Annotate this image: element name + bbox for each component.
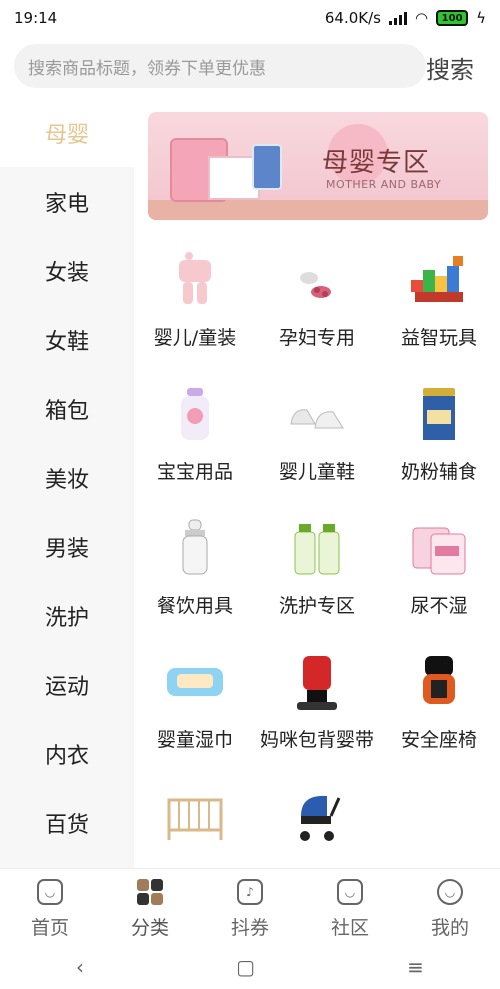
- sidebar-item-xiangbao[interactable]: 箱包: [0, 374, 134, 443]
- battery-icon: 100: [436, 10, 469, 26]
- toy-blocks-image: [407, 248, 471, 312]
- banner-subtitle: MOTHER AND BABY: [326, 178, 442, 191]
- grid-item-label: 益智玩具: [400, 327, 477, 349]
- charging-icon: ϟ: [476, 9, 486, 27]
- baby-shoes-image: [285, 382, 349, 446]
- banner-title: 母婴专区: [322, 148, 431, 178]
- crib-image: [163, 784, 227, 848]
- grid-item-label: 洗护专区: [278, 595, 355, 617]
- sidebar-item-nvxie[interactable]: 女鞋: [0, 305, 134, 374]
- car-seat-image: [407, 650, 471, 714]
- baby-carrier-image: [285, 650, 349, 714]
- grid-item[interactable]: 奶粉辅食: [378, 370, 500, 504]
- formula-can-image: [252, 144, 282, 190]
- status-bar: 19:14 64.0K/s ◠ 100 ϟ: [0, 0, 500, 36]
- grid-item[interactable]: 尿不湿: [378, 504, 500, 638]
- baby-clothes-image: [163, 248, 227, 312]
- sidebar-item-xihu[interactable]: 洗护: [0, 581, 134, 650]
- wash-bottles-image: [285, 516, 349, 580]
- sidebar-item-meizhuang[interactable]: 美妆: [0, 443, 134, 512]
- category-icon: [137, 879, 163, 905]
- stroller-image: [285, 784, 349, 848]
- category-banner[interactable]: 母婴专区 MOTHER AND BABY: [148, 112, 488, 220]
- coupon-icon: ♪: [237, 879, 263, 905]
- tab-coupon[interactable]: ♪ 抖券: [200, 869, 300, 944]
- grid-item-label: 尿不湿: [410, 595, 468, 617]
- tab-community[interactable]: ◡ 社区: [300, 869, 400, 944]
- grid-item-label: 孕妇专用: [278, 327, 355, 349]
- category-sidebar: 母婴 家电 女装 女鞋 箱包 美妆 男装 洗护 运动 内衣 百货: [0, 98, 134, 868]
- baby-lotion-image: [163, 382, 227, 446]
- wifi-icon: ◠: [415, 9, 429, 27]
- grid-item-label: 安全座椅: [400, 729, 477, 751]
- sidebar-item-nvzhuang[interactable]: 女装: [0, 236, 134, 305]
- system-nav-bar: ‹ ▢ ≡: [0, 944, 500, 989]
- tab-category[interactable]: 分类: [100, 869, 200, 944]
- banner-floor: [148, 200, 488, 220]
- home-icon: ◡: [37, 879, 63, 905]
- status-indicators: 64.0K/s ◠ 100 ϟ: [325, 9, 486, 27]
- grid-item[interactable]: 孕妇专用: [256, 236, 378, 370]
- menu-icon[interactable]: ≡: [407, 955, 424, 979]
- baby-bottle-image: [163, 516, 227, 580]
- diaper-pack-image: [407, 516, 471, 580]
- profile-icon: ◡: [437, 879, 463, 905]
- tab-label: 首页: [30, 917, 69, 939]
- tab-label: 我的: [430, 917, 469, 939]
- tab-label: 社区: [330, 917, 369, 939]
- bottom-tab-bar: ◡ 首页 分类 ♪ 抖券 ◡ 社区 ◡ 我的: [0, 868, 500, 944]
- subcategory-grid: 婴儿/童装 孕妇专用 益智玩具 宝宝用品 婴儿童鞋 奶粉辅食 餐饮用具 洗护专区…: [134, 236, 500, 906]
- tab-label: 分类: [130, 917, 169, 939]
- status-time: 19:14: [14, 9, 58, 27]
- home-nav-icon[interactable]: ▢: [236, 955, 255, 979]
- grid-item-label: 婴儿童鞋: [278, 461, 355, 483]
- grid-item[interactable]: 餐饮用具: [134, 504, 256, 638]
- sidebar-item-baihuo[interactable]: 百货: [0, 788, 134, 857]
- search-input[interactable]: 搜索商品标题，领券下单更优惠: [14, 44, 426, 88]
- maternity-image: [285, 248, 349, 312]
- grid-item-label: 宝宝用品: [156, 461, 233, 483]
- grid-item-label: 婴儿/童装: [153, 327, 237, 349]
- sidebar-item-nanzhuang[interactable]: 男装: [0, 512, 134, 581]
- back-icon[interactable]: ‹: [76, 955, 84, 979]
- tab-home[interactable]: ◡ 首页: [0, 869, 100, 944]
- grid-item[interactable]: 婴儿童鞋: [256, 370, 378, 504]
- grid-item[interactable]: 洗护专区: [256, 504, 378, 638]
- baby-wipes-image: [163, 650, 227, 714]
- sidebar-item-jiadian[interactable]: 家电: [0, 167, 134, 236]
- search-button[interactable]: 搜索: [426, 50, 474, 85]
- grid-item-label: 餐饮用具: [156, 595, 233, 617]
- sidebar-item-muying[interactable]: 母婴: [0, 98, 134, 167]
- sidebar-item-neiyi[interactable]: 内衣: [0, 719, 134, 788]
- grid-item-label: 婴童湿巾: [156, 729, 233, 751]
- grid-item[interactable]: 益智玩具: [378, 236, 500, 370]
- grid-item[interactable]: 妈咪包背婴带: [256, 638, 378, 772]
- sidebar-item-yundong[interactable]: 运动: [0, 650, 134, 719]
- grid-item[interactable]: 婴童湿巾: [134, 638, 256, 772]
- community-icon: ◡: [337, 879, 363, 905]
- grid-item-label: 妈咪包背婴带: [259, 729, 374, 751]
- signal-icon: [389, 11, 407, 25]
- network-speed: 64.0K/s: [324, 9, 381, 27]
- search-placeholder: 搜索商品标题，领券下单更优惠: [28, 58, 266, 79]
- formula-can-image: [407, 382, 471, 446]
- grid-item-label: 奶粉辅食: [400, 461, 477, 483]
- tab-label: 抖券: [230, 917, 269, 939]
- grid-item[interactable]: 婴儿/童装: [134, 236, 256, 370]
- grid-item[interactable]: 安全座椅: [378, 638, 500, 772]
- grid-item[interactable]: 宝宝用品: [134, 370, 256, 504]
- tab-profile[interactable]: ◡ 我的: [400, 869, 500, 944]
